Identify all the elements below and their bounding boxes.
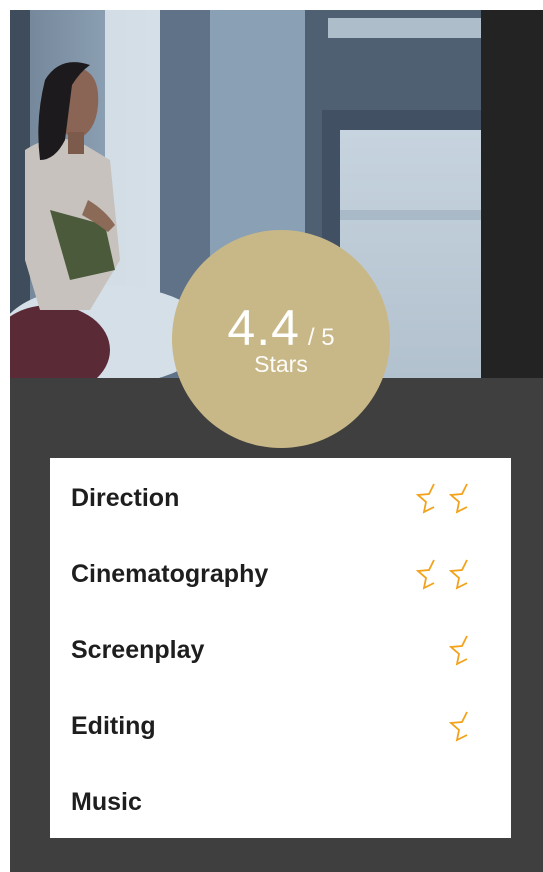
half-star-outline-icon [449, 635, 468, 666]
criteria-label: Cinematography [71, 560, 269, 588]
criteria-stars [416, 482, 475, 514]
criteria-row-direction: Direction [50, 458, 511, 534]
criteria-label: Editing [71, 712, 156, 740]
criteria-row-cinematography: Cinematography [50, 534, 511, 610]
criteria-stars [416, 558, 475, 590]
criteria-list: Direction Cinematography Screenplay Edit… [50, 458, 511, 838]
half-star-outline-icon [449, 711, 468, 742]
criteria-label: Music [71, 788, 142, 816]
criteria-stars [449, 710, 475, 742]
criteria-row-editing: Editing [50, 686, 511, 762]
half-star-outline-icon [449, 559, 468, 590]
hero-side-panel [481, 10, 543, 378]
review-card-container: 4.4 / 5 Stars Direction Cinematography Sc… [10, 10, 543, 872]
overall-rating-badge: 4.4 / 5 Stars [172, 230, 390, 448]
criteria-stars [449, 634, 475, 666]
half-star-outline-icon [416, 559, 435, 590]
criteria-label: Direction [71, 484, 180, 512]
criteria-row-music: Music [50, 762, 511, 838]
criteria-label: Screenplay [71, 636, 205, 664]
rating-unit-label: Stars [254, 351, 308, 377]
rating-score: 4.4 [227, 300, 300, 356]
criteria-row-screenplay: Screenplay [50, 610, 511, 686]
half-star-outline-icon [449, 483, 468, 514]
half-star-outline-icon [416, 483, 435, 514]
rating-max: / 5 [307, 324, 335, 351]
